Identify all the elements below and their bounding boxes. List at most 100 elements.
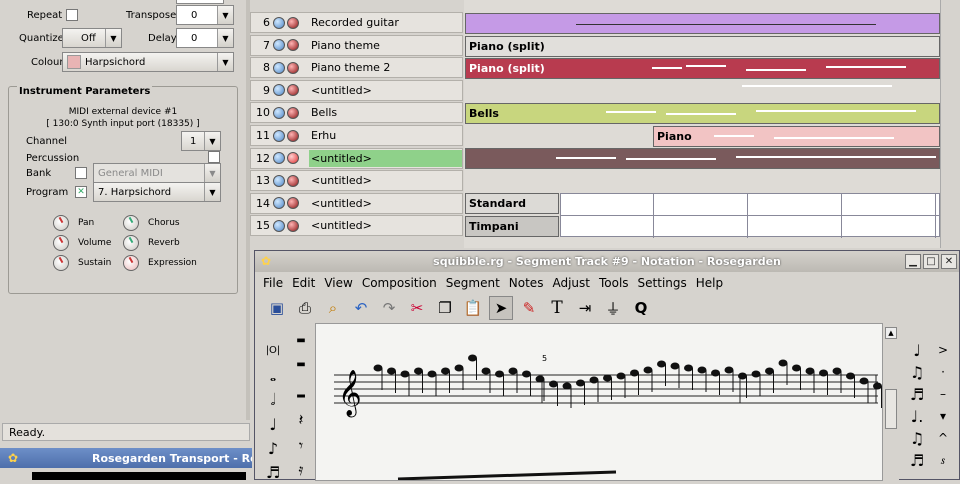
mute-led-icon[interactable] (273, 16, 285, 29)
beamed-sixteenths-icon[interactable]: ♬ (905, 382, 929, 406)
sustain-knob[interactable] (53, 255, 69, 271)
repeat-checkbox[interactable] (66, 9, 79, 21)
track-row[interactable]: 11 Erhu (250, 125, 463, 146)
segment-timpani[interactable]: Timpani (465, 216, 559, 237)
segment-standard[interactable]: Standard (465, 193, 559, 214)
chorus-knob[interactable] (123, 215, 139, 231)
record-led-icon[interactable] (287, 174, 299, 187)
record-led-icon[interactable] (287, 39, 299, 52)
pan-knob[interactable] (53, 215, 69, 231)
record-led-icon[interactable] (287, 84, 299, 97)
marcato-icon[interactable]: ^ (931, 426, 955, 450)
paste-icon[interactable]: 📋 (461, 296, 485, 320)
menu-tools[interactable]: Tools (599, 276, 629, 290)
record-led-icon[interactable] (287, 61, 299, 74)
minimize-button[interactable]: ▁ (905, 254, 921, 269)
staccatissimo-icon[interactable]: ▾ (931, 404, 955, 428)
chevron-down-icon[interactable]: ▼ (204, 164, 220, 182)
print-preview-icon[interactable]: ⌕ (321, 296, 345, 320)
expression-knob[interactable] (123, 255, 139, 271)
menu-help[interactable]: Help (696, 276, 723, 290)
track-name[interactable]: Bells (309, 104, 462, 121)
track-row[interactable]: 12 <untitled> (250, 147, 463, 169)
text-tool-icon[interactable]: T (545, 296, 569, 320)
chevron-down-icon[interactable]: ▼ (217, 6, 233, 24)
menu-edit[interactable]: Edit (292, 276, 315, 290)
track-name[interactable]: Recorded guitar (309, 14, 462, 31)
record-led-icon[interactable] (287, 197, 299, 210)
track-row[interactable]: 15 <untitled> (250, 215, 463, 237)
top-spinbox-partial[interactable] (176, 0, 224, 4)
track-name[interactable]: <untitled> (309, 172, 462, 189)
half-rest-icon[interactable]: ▂ (289, 380, 313, 404)
insert-icon[interactable]: ⇥ (573, 296, 597, 320)
chevron-down-icon[interactable]: ▼ (105, 29, 121, 47)
bank-checkbox[interactable] (75, 167, 87, 179)
sixteenth-rest-icon[interactable]: 𝄿 (289, 458, 313, 482)
track-row[interactable]: 7 Piano theme (250, 34, 463, 56)
menu-view[interactable]: View (324, 276, 352, 290)
menu-file[interactable]: File (263, 276, 283, 290)
record-led-icon[interactable] (287, 219, 299, 232)
track-name[interactable]: <untitled> (309, 82, 462, 99)
segment-piano-split-1[interactable]: Piano (split) (465, 36, 940, 57)
segment-piano-split-2[interactable]: Piano (split) (465, 58, 940, 79)
scroll-thumb[interactable] (885, 389, 897, 429)
copy-icon[interactable]: ❐ (433, 296, 457, 320)
track-row[interactable]: 14 <untitled> (250, 192, 463, 214)
track-row[interactable]: 8 Piano theme 2 (250, 57, 463, 79)
track-row[interactable]: 6 Recorded guitar (250, 12, 463, 33)
mute-led-icon[interactable] (273, 106, 285, 119)
track-row[interactable]: 9 <untitled> (250, 79, 463, 101)
chevron-down-icon[interactable]: ▼ (204, 132, 220, 150)
quantize-dropdown[interactable]: Off ▼ (62, 28, 122, 48)
scroll-up-arrow-icon[interactable]: ▲ (885, 327, 897, 339)
mute-led-icon[interactable] (273, 174, 285, 187)
quarter-note-icon[interactable]: ♩ (905, 338, 929, 362)
track-name[interactable]: <untitled> (309, 149, 462, 167)
delay-spinbox[interactable]: 0 ▼ (176, 28, 234, 48)
mute-led-icon[interactable] (273, 129, 285, 142)
track-row[interactable]: 10 Bells (250, 102, 463, 124)
quarter-rest-icon[interactable]: 𝄽 (289, 408, 313, 432)
beamed-eighths-icon[interactable]: ♫ (905, 360, 929, 384)
quantize-q-icon[interactable]: Q (629, 296, 653, 320)
grace-note-icon[interactable]: ♬ (905, 448, 929, 472)
notation-vertical-scrollbar[interactable]: ▲ (883, 323, 899, 481)
close-button[interactable]: ✕ (941, 254, 957, 269)
reverb-knob[interactable] (123, 235, 139, 251)
record-led-icon[interactable] (287, 106, 299, 119)
record-led-icon[interactable] (287, 129, 299, 142)
notation-titlebar[interactable]: ✿ squibble.rg - Segment Track #9 - Notat… (255, 251, 959, 272)
chevron-down-icon[interactable]: ▼ (217, 53, 233, 71)
half-note-icon[interactable]: 𝅗𝅥 (261, 388, 285, 412)
cut-icon[interactable]: ✂ (405, 296, 429, 320)
tenuto-icon[interactable]: – (931, 382, 955, 406)
record-led-icon[interactable] (287, 16, 299, 29)
record-led-icon[interactable] (287, 152, 299, 165)
breve-note-icon[interactable]: |O| (261, 338, 285, 362)
chevron-down-icon[interactable]: ▼ (217, 29, 233, 47)
eraser-icon[interactable]: ✎ (517, 296, 541, 320)
menu-composition[interactable]: Composition (362, 276, 437, 290)
mute-led-icon[interactable] (273, 61, 285, 74)
save-icon[interactable]: ▣ (265, 296, 289, 320)
whole-rest-icon[interactable]: ▬ (289, 352, 313, 376)
program-dropdown[interactable]: 7. Harpsichord ▼ (93, 182, 221, 202)
eighth-rest-icon[interactable]: 𝄾 (289, 434, 313, 458)
accent-icon[interactable]: > (931, 338, 955, 362)
dotted-note-icon[interactable]: ♩. (905, 404, 929, 428)
track-name[interactable]: Piano theme (309, 37, 462, 54)
track-row[interactable]: 13 <untitled> (250, 170, 463, 192)
sforzando-icon[interactable]: 𝆍 (931, 448, 955, 472)
mute-led-icon[interactable] (273, 84, 285, 97)
breve-rest-icon[interactable]: ▬ (289, 328, 313, 352)
triplet-icon[interactable]: ♫ (905, 426, 929, 450)
menu-segment[interactable]: Segment (446, 276, 500, 290)
track-name[interactable]: Erhu (309, 127, 462, 144)
transpose-spinbox[interactable]: 0 ▼ (176, 5, 234, 25)
segment-piano[interactable]: Piano (653, 126, 940, 147)
segment-bells[interactable]: Bells (465, 103, 940, 124)
sixteenth-note-icon[interactable]: ♬ (261, 460, 285, 484)
chevron-down-icon[interactable]: ▼ (204, 183, 220, 201)
